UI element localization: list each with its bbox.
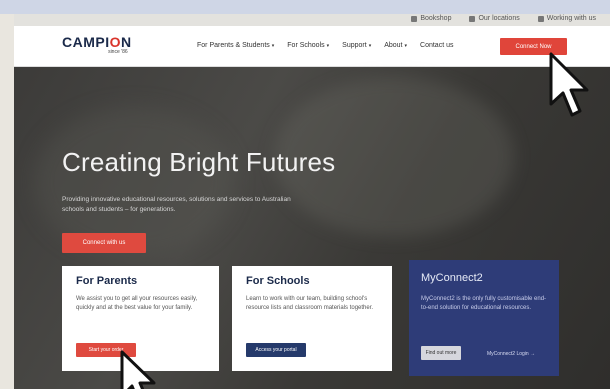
scanned-page: Bookshop Our locations Working with us C… bbox=[0, 0, 610, 389]
myconnect-card-title: MyConnect2 bbox=[421, 272, 483, 284]
hero-headline: Creating Bright Futures bbox=[62, 147, 336, 177]
utility-link-locations[interactable]: Our locations bbox=[469, 15, 520, 22]
parents-card-title: For Parents bbox=[76, 275, 138, 287]
nav-support[interactable]: Support ▾ bbox=[342, 42, 371, 49]
nav-contact[interactable]: Contact us bbox=[420, 42, 453, 49]
utility-link-working[interactable]: Working with us bbox=[537, 15, 596, 22]
schools-card-title: For Schools bbox=[246, 275, 310, 287]
myconnect-card-body: MyConnect2 is the only fully customisabl… bbox=[421, 296, 547, 311]
paper-edge bbox=[0, 0, 610, 14]
hero-subtext: Providing innovative educational resourc… bbox=[62, 196, 291, 213]
hero-section: Creating Bright Futures Providing innova… bbox=[14, 67, 610, 389]
main-nav: For Parents & Students ▾ For Schools ▾ Sup… bbox=[197, 42, 453, 49]
utility-link-bookshop[interactable]: Bookshop bbox=[411, 15, 451, 22]
myconnect-card: MyConnect2 MyConnect2 is the only fully … bbox=[409, 260, 559, 376]
schools-card: For Schools Learn to work with our team,… bbox=[232, 266, 392, 371]
chevron-down-icon: ▾ bbox=[404, 43, 408, 49]
mouse-pointer-icon bbox=[120, 350, 156, 389]
nav-parents-students[interactable]: For Parents & Students ▾ bbox=[197, 42, 274, 49]
chevron-down-icon: ▾ bbox=[271, 43, 275, 49]
location-icon bbox=[469, 15, 476, 22]
briefcase-icon bbox=[537, 15, 544, 22]
website: CAMPION since '86 For Parents & Students… bbox=[14, 26, 610, 389]
campion-logo[interactable]: CAMPION since '86 bbox=[62, 34, 132, 55]
schools-card-button[interactable]: Access your portal bbox=[246, 343, 306, 357]
myconnect-login-link[interactable]: MyConnect2 Login → bbox=[487, 351, 535, 357]
parents-card-body: We assist you to get all your resources … bbox=[76, 296, 198, 311]
nav-about[interactable]: About ▾ bbox=[384, 42, 407, 49]
schools-card-body: Learn to work with our team, building sc… bbox=[246, 296, 374, 311]
connect-with-us-button[interactable]: Connect with us bbox=[62, 233, 146, 253]
site-header: CAMPION since '86 For Parents & Students… bbox=[14, 26, 610, 67]
myconnect-find-out-more-button[interactable]: Find out more bbox=[421, 346, 461, 360]
book-icon bbox=[411, 15, 418, 22]
chevron-down-icon: ▾ bbox=[326, 43, 330, 49]
utility-links: Bookshop Our locations Working with us bbox=[411, 15, 596, 22]
mouse-pointer-icon bbox=[549, 52, 589, 117]
logo-wordmark: CAMPION bbox=[62, 34, 132, 50]
chevron-down-icon: ▾ bbox=[368, 43, 372, 49]
nav-schools[interactable]: For Schools ▾ bbox=[287, 42, 329, 49]
